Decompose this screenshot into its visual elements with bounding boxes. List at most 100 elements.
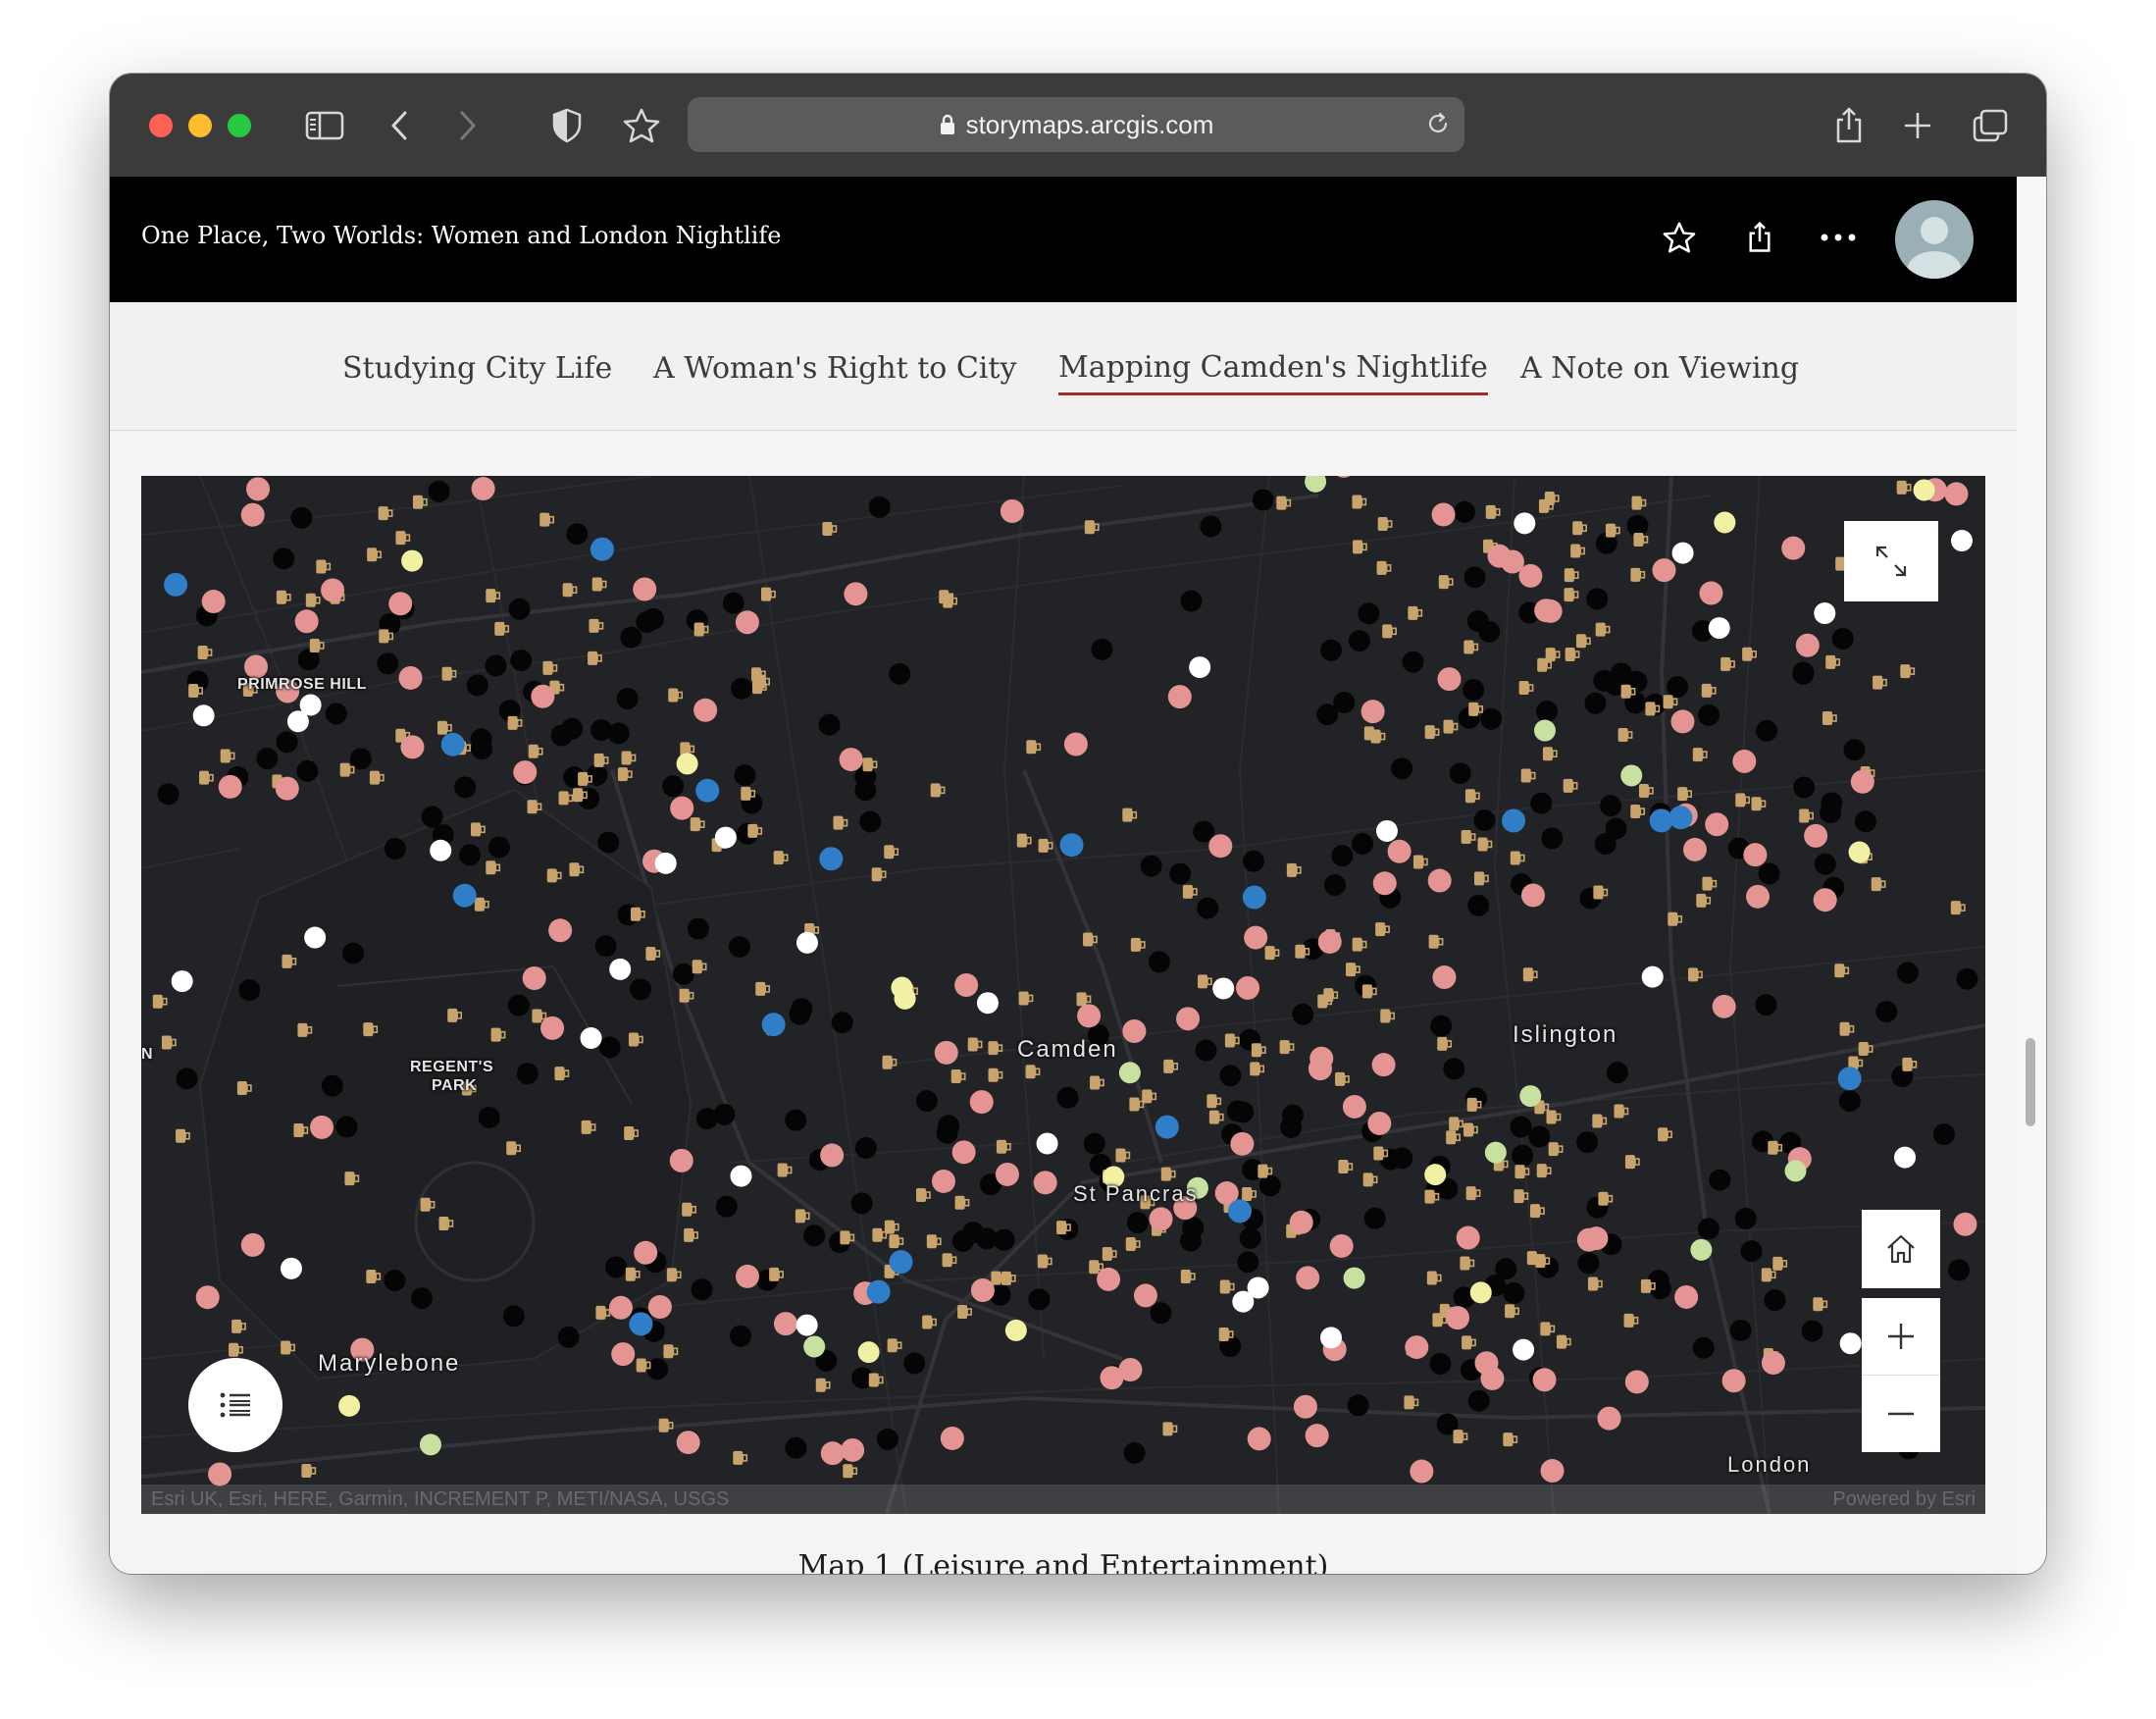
map-point-dark[interactable]: [1180, 590, 1203, 612]
map-point-dark[interactable]: [1252, 489, 1274, 511]
map-point-dark[interactable]: [1831, 628, 1854, 651]
map-point-white[interactable]: [1247, 1276, 1269, 1299]
map-point-white[interactable]: [1950, 530, 1973, 552]
map-point-dark[interactable]: [889, 662, 911, 685]
map-point-dark[interactable]: [715, 1195, 738, 1218]
map-point-dark[interactable]: [466, 674, 488, 697]
map-point-dark[interactable]: [1347, 1394, 1369, 1417]
map-point-white[interactable]: [299, 694, 322, 716]
map-point-dark[interactable]: [1443, 1058, 1465, 1080]
map-point-pink[interactable]: [693, 698, 718, 722]
map-point-green[interactable]: [1620, 764, 1643, 787]
map-point-pink[interactable]: [954, 972, 979, 997]
map-point-yellow[interactable]: [1714, 511, 1736, 534]
map-point-dark[interactable]: [1126, 1212, 1149, 1234]
map-point-dark[interactable]: [1740, 1240, 1763, 1263]
map-point-dark[interactable]: [1467, 894, 1490, 916]
map-point-dark[interactable]: [335, 1116, 358, 1138]
map-point-dark[interactable]: [1541, 827, 1564, 850]
map-point-dark[interactable]: [1692, 1336, 1715, 1359]
map-point-dark[interactable]: [1467, 1389, 1490, 1412]
powered-by-esri[interactable]: Powered by Esri: [1832, 1485, 1976, 1514]
map-point-green[interactable]: [1118, 1062, 1141, 1084]
toilet-icon[interactable]: [761, 1013, 786, 1037]
map-point-pink[interactable]: [1208, 834, 1233, 859]
map-point-pink[interactable]: [1097, 1267, 1121, 1291]
map-point-dark[interactable]: [1391, 1147, 1413, 1170]
toilet-icon[interactable]: [1837, 1067, 1862, 1091]
map-point-dark[interactable]: [485, 654, 507, 677]
map-point-pink[interactable]: [1329, 1233, 1354, 1258]
map-point-dark[interactable]: [868, 495, 891, 518]
map-point-dark[interactable]: [731, 677, 753, 700]
map-point-pink[interactable]: [940, 1426, 964, 1450]
map-point-pink[interactable]: [1446, 1306, 1470, 1330]
map-point-yellow[interactable]: [676, 753, 698, 775]
address-bar[interactable]: storymaps.arcgis.com: [688, 97, 1464, 152]
toilet-icon[interactable]: [1649, 808, 1673, 833]
map-point-dark[interactable]: [325, 703, 347, 725]
map-point-dark[interactable]: [1219, 1065, 1242, 1087]
map-point-dark[interactable]: [566, 523, 589, 546]
map-point-pink[interactable]: [611, 1342, 636, 1367]
map-point-dark[interactable]: [1503, 1281, 1525, 1304]
map-point-dark[interactable]: [962, 1222, 985, 1244]
map-point-pink[interactable]: [1804, 823, 1828, 848]
map-point-dark[interactable]: [1586, 588, 1609, 610]
fullscreen-expand-button[interactable]: [1844, 521, 1938, 601]
map-point-pink[interactable]: [820, 1441, 845, 1466]
map-point-dark[interactable]: [1512, 1144, 1534, 1167]
map-point-dark[interactable]: [1793, 776, 1816, 799]
reload-icon[interactable]: [1425, 110, 1451, 144]
toilet-icon[interactable]: [889, 1250, 913, 1275]
map-point-dark[interactable]: [1709, 1169, 1731, 1191]
map-point-pink[interactable]: [634, 1240, 658, 1265]
map-point-pink[interactable]: [275, 776, 299, 801]
map-point-white[interactable]: [1212, 977, 1235, 1000]
map-point-dark[interactable]: [1843, 739, 1866, 761]
map-point-dark[interactable]: [508, 598, 531, 620]
map-point-dark[interactable]: [722, 592, 744, 614]
map-point-white[interactable]: [730, 1165, 752, 1187]
minimize-window-button[interactable]: [188, 114, 212, 137]
map-point-pink[interactable]: [608, 1295, 633, 1320]
map-point-dark[interactable]: [903, 1352, 926, 1375]
map-point-pink[interactable]: [1063, 732, 1088, 756]
map-point-pink[interactable]: [934, 1040, 958, 1065]
nav-item-studying-city-life[interactable]: Studying City Life: [342, 351, 612, 386]
map-point-white[interactable]: [1641, 965, 1664, 988]
map-point-white[interactable]: [1375, 819, 1398, 842]
map-point-pink[interactable]: [676, 1431, 700, 1455]
map-point-pink[interactable]: [1360, 700, 1385, 724]
map-point-dark[interactable]: [1510, 1116, 1532, 1138]
map-point-white[interactable]: [714, 826, 737, 849]
map-point-dark[interactable]: [831, 1012, 853, 1034]
map-point-dark[interactable]: [1593, 669, 1616, 692]
map-point-pink[interactable]: [931, 1169, 955, 1193]
map-point-dark[interactable]: [454, 776, 477, 799]
toilet-icon[interactable]: [1227, 1199, 1252, 1224]
map-point-dark[interactable]: [1402, 651, 1424, 673]
map-point-pink[interactable]: [1133, 1283, 1157, 1308]
map-attribution[interactable]: Esri UK, Esri, HERE, Garmin, INCREMENT P…: [151, 1485, 729, 1514]
toilet-icon[interactable]: [695, 778, 720, 803]
map-point-green[interactable]: [1519, 1085, 1542, 1108]
map-point-pink[interactable]: [1597, 1406, 1621, 1431]
map-point-white[interactable]: [1671, 542, 1694, 564]
map-point-dark[interactable]: [1197, 897, 1219, 919]
map-point-pink[interactable]: [1746, 884, 1771, 909]
map-point-dark[interactable]: [1854, 810, 1876, 833]
map-point-dark[interactable]: [1606, 1062, 1628, 1084]
map-point-yellow[interactable]: [894, 987, 916, 1010]
map-point-dark[interactable]: [488, 836, 510, 859]
map-point-pink[interactable]: [1813, 888, 1837, 912]
map-point-pink[interactable]: [1236, 975, 1260, 1000]
map-point-dark[interactable]: [1734, 1207, 1757, 1229]
map-point-white[interactable]: [1708, 617, 1730, 640]
forward-icon[interactable]: [443, 101, 492, 150]
map-point-pink[interactable]: [1721, 1369, 1746, 1393]
map-point-yellow[interactable]: [401, 549, 424, 572]
map-point-white[interactable]: [1189, 656, 1211, 679]
nav-item-note-on-viewing[interactable]: A Note on Viewing: [1520, 351, 1799, 386]
map-point-pink[interactable]: [1296, 1266, 1320, 1290]
